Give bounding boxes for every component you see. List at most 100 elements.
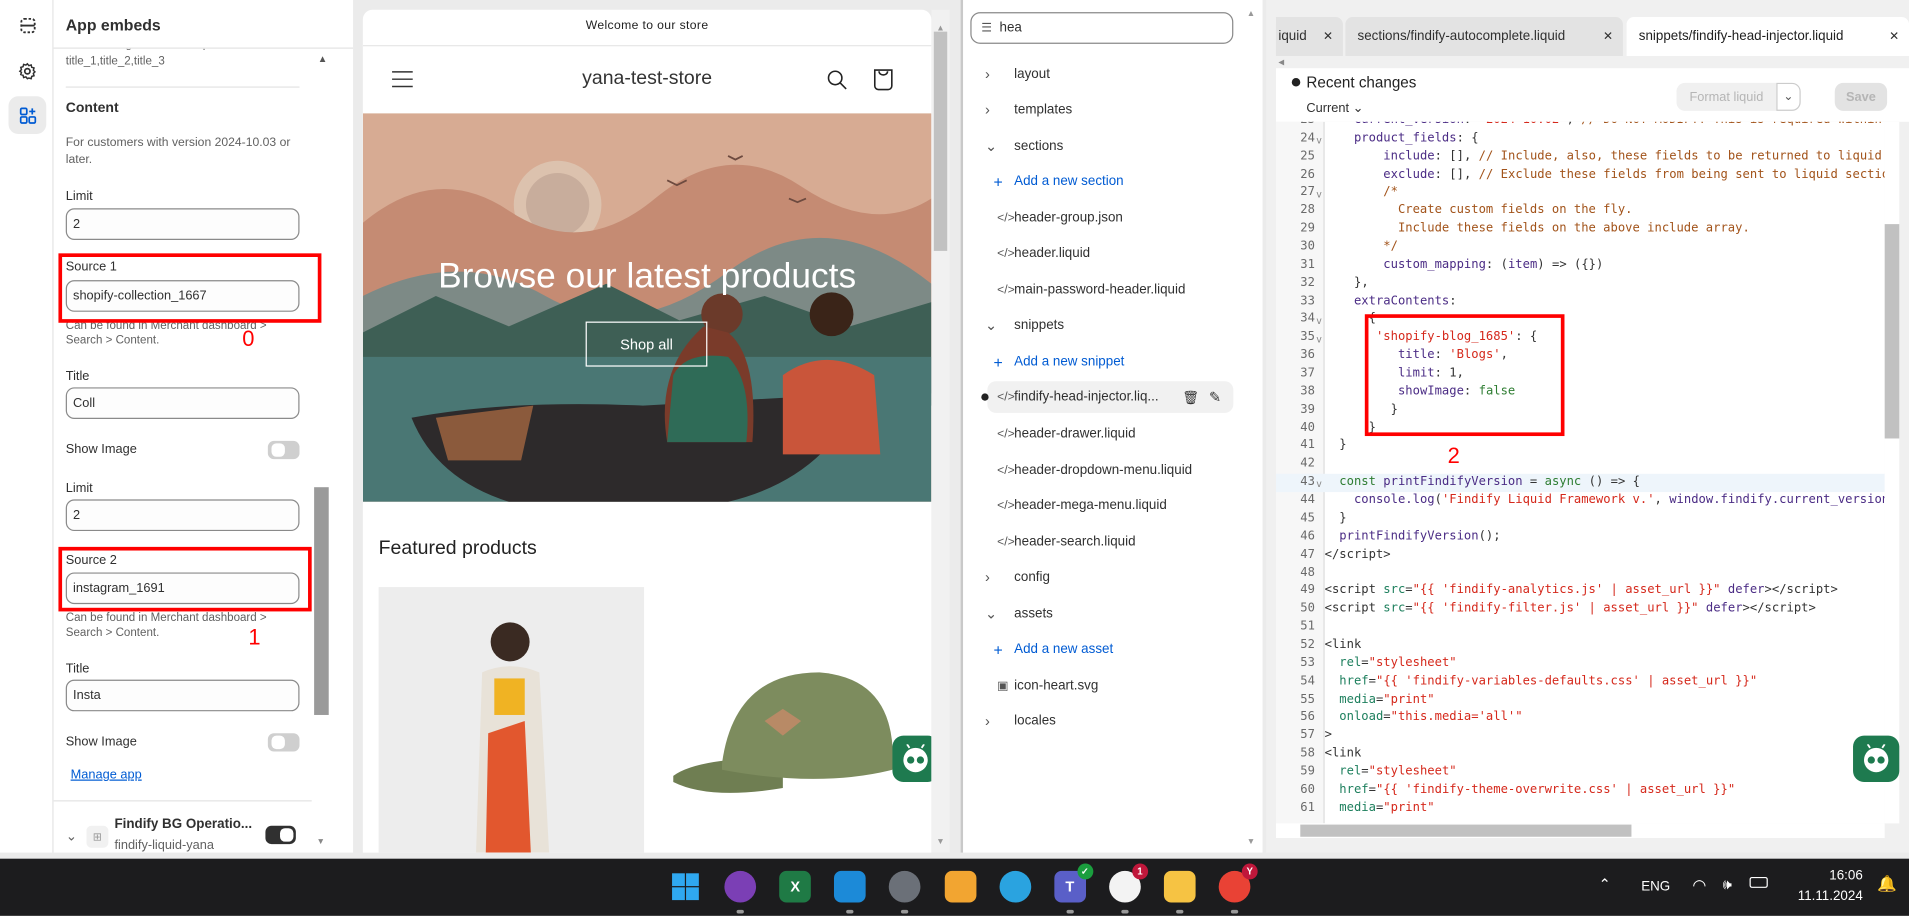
code-vertical-scrollbar[interactable]: [1884, 121, 1900, 824]
tab-scroll-left-arrow[interactable]: ◀: [1278, 58, 1284, 67]
show-image-1-toggle[interactable]: [267, 440, 300, 460]
code-area[interactable]: 23 current_version: '2024-10.02', // DO …: [1275, 121, 1885, 824]
scrollbar-thumb[interactable]: [933, 31, 948, 251]
chrome-icon[interactable]: Y: [1218, 863, 1258, 903]
pencil-icon[interactable]: ✎: [1209, 389, 1221, 406]
close-tab-icon[interactable]: ✕: [1603, 30, 1613, 43]
announcement-bar: Welcome to our store: [362, 10, 932, 47]
code-text: media="print": [1339, 692, 1435, 706]
tree-item-file[interactable]: </> header-search.liquid: [963, 526, 1233, 558]
app-2-toggle[interactable]: [265, 825, 296, 845]
version-select[interactable]: Current ⌄: [1306, 101, 1363, 116]
tableplus-elephant-icon[interactable]: [944, 870, 976, 903]
tree-item-file[interactable]: </> main-password-header.liquid: [963, 274, 1233, 306]
trash-icon[interactable]: 🗑: [1182, 389, 1199, 405]
scroll-down-arrow[interactable]: ▼: [317, 838, 325, 847]
save-button[interactable]: Save: [1834, 82, 1888, 111]
tree-item-file[interactable]: </> header-group.json: [963, 202, 1233, 234]
telegram-icon[interactable]: [999, 870, 1031, 903]
tree-item-folder[interactable]: › locales: [963, 705, 1233, 737]
editor-tab[interactable]: snippets/findify-head-injector.liquid ✕: [1626, 17, 1909, 57]
cart-icon[interactable]: [873, 68, 894, 97]
running-indicator: [1175, 909, 1184, 914]
show-image-2-toggle[interactable]: [267, 733, 300, 752]
title-2-input[interactable]: Insta: [65, 679, 300, 712]
panel-scrollbar[interactable]: [312, 73, 329, 853]
tree-item-label: Add a new section: [1014, 174, 1124, 189]
findify-widget-button[interactable]: [1853, 735, 1900, 782]
title-1-input[interactable]: Coll: [65, 387, 300, 419]
format-options-dropdown[interactable]: ⌄: [1776, 82, 1801, 111]
shop-all-button[interactable]: Shop all: [585, 321, 708, 367]
scrollbar-thumb[interactable]: [314, 487, 329, 715]
gear-icon[interactable]: [9, 52, 47, 90]
findify-widget-button[interactable]: [892, 735, 932, 782]
sections-icon[interactable]: [9, 6, 47, 44]
tree-item-folder[interactable]: ⌄ snippets: [963, 309, 1233, 341]
file-search-input[interactable]: ☰ hea: [970, 12, 1234, 44]
scroll-up-arrow[interactable]: ▲: [1247, 10, 1255, 19]
limit-2-input[interactable]: 2: [65, 499, 300, 532]
scrollbar-thumb[interactable]: [1300, 824, 1632, 837]
tree-item-folder[interactable]: › config: [963, 561, 1233, 593]
vscode-icon[interactable]: [834, 870, 867, 903]
tree-item-file[interactable]: </> header-dropdown-menu.liquid: [963, 454, 1233, 486]
store-preview: Welcome to our store yana-test-store Bro…: [362, 9, 932, 853]
app-embeds-panel: content integrations. Example: App embed…: [53, 0, 354, 853]
github-desktop-icon[interactable]: [724, 870, 757, 903]
code-text: },: [1353, 276, 1369, 290]
tree-item-file[interactable]: </> header-mega-menu.liquid: [963, 490, 1233, 522]
settings-icon[interactable]: [889, 870, 921, 903]
volume-icon[interactable]: 🕪: [1723, 876, 1732, 894]
apps-icon[interactable]: [8, 96, 47, 134]
tree-item-folder[interactable]: ⌄ sections: [963, 130, 1233, 162]
close-tab-icon[interactable]: ✕: [1323, 30, 1333, 43]
editor-tab[interactable]: sections/findify-autocomplete.liquid ✕: [1345, 17, 1623, 57]
tree-item-file[interactable]: </> header.liquid: [963, 238, 1233, 270]
code-line: 58 <link: [1276, 746, 1885, 764]
code-horizontal-scrollbar[interactable]: [1275, 823, 1885, 838]
product-card-image[interactable]: [378, 587, 645, 853]
excel-icon[interactable]: X: [779, 870, 812, 903]
limit-1-input[interactable]: 2: [65, 208, 300, 240]
editor-tab[interactable]: iquid ✕: [1275, 17, 1343, 57]
scroll-down-arrow[interactable]: ▼: [1247, 838, 1255, 847]
slack-icon[interactable]: 1: [1108, 863, 1148, 903]
wifi-icon[interactable]: ◠: [1692, 876, 1706, 895]
app-2-name: Findify BG Operatio...: [114, 817, 253, 832]
tree-item-add[interactable]: + Add a new snippet: [963, 346, 1233, 378]
show-hidden-icons-chevron-icon[interactable]: ⌃: [1599, 876, 1611, 893]
tree-item-image[interactable]: ▣ icon-heart.svg: [963, 670, 1233, 702]
tree-item-folder[interactable]: › templates: [963, 94, 1233, 126]
product-card-image[interactable]: [648, 587, 916, 853]
tree-item-folder[interactable]: › layout: [963, 58, 1233, 90]
search-icon[interactable]: [827, 69, 849, 97]
code-text: href="{{ 'findify-theme-overwrite.css' |…: [1339, 782, 1736, 797]
line-number: 58: [1300, 746, 1315, 761]
code-file-icon: </>: [997, 246, 1015, 261]
chevron-down-icon[interactable]: ⌄: [66, 828, 77, 844]
file-explorer-icon[interactable]: [1163, 870, 1196, 903]
battery-icon[interactable]: [1749, 876, 1768, 888]
language-indicator[interactable]: ENG: [1641, 879, 1670, 894]
code-line: 31 custom_mapping: (item) => ({}): [1276, 257, 1885, 275]
clock-date[interactable]: 11.11.2024: [1790, 889, 1863, 904]
code-text: exclude: [], // Exclude these fields fro…: [1383, 167, 1885, 181]
tree-item-file[interactable]: </> header-drawer.liquid: [963, 418, 1233, 450]
tree-item-file[interactable]: </> findify-head-injector.liq... 🗑 ✎: [981, 381, 1234, 413]
tree-item-folder[interactable]: ⌄ assets: [963, 598, 1233, 630]
teams-icon[interactable]: T ✓: [1053, 863, 1093, 903]
preview-scrollbar[interactable]: ▲ ▼: [931, 9, 950, 853]
scroll-down-arrow[interactable]: ▼: [936, 838, 944, 847]
windows-start-icon[interactable]: [670, 871, 702, 903]
tree-item-add[interactable]: + Add a new asset: [963, 633, 1233, 665]
tree-item-add[interactable]: + Add a new section: [963, 166, 1233, 198]
notification-bell-icon[interactable]: 🔔: [1877, 875, 1897, 894]
tab-label: iquid: [1278, 29, 1307, 44]
collapse-caret-icon[interactable]: ▲: [318, 54, 328, 65]
format-liquid-button[interactable]: Format liquid: [1676, 82, 1777, 111]
scrollbar-thumb[interactable]: [1884, 224, 1900, 439]
clock-time[interactable]: 16:06: [1814, 868, 1863, 883]
close-tab-icon[interactable]: ✕: [1889, 30, 1899, 43]
manage-app-link[interactable]: Manage app: [71, 767, 142, 782]
